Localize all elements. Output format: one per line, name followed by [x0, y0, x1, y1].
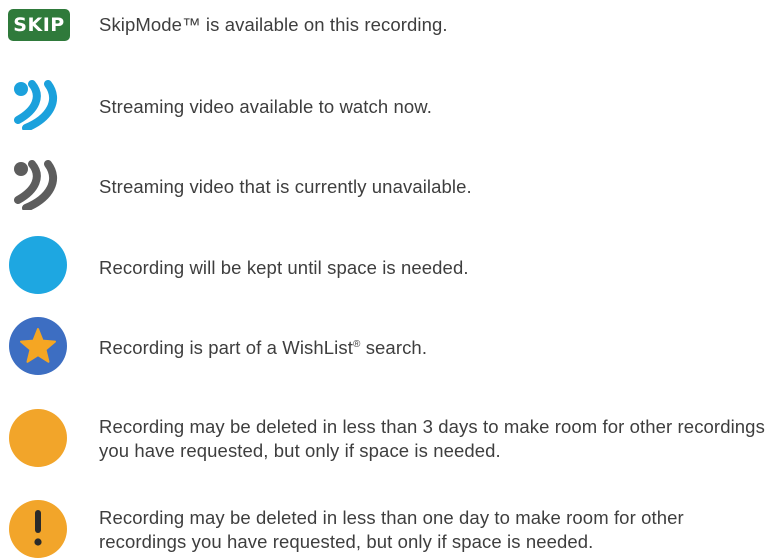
yellow-exclamation-icon: [9, 500, 67, 558]
legend-description-text: Recording is part of a WishList: [99, 337, 353, 358]
wishlist-star-icon: [9, 317, 67, 375]
legend-description: SkipMode™ is available on this recording…: [99, 14, 448, 35]
yellow-dot-icon: [9, 409, 67, 467]
blue-dot-icon: [9, 236, 67, 294]
legend-description: Streaming video that is currently unavai…: [99, 176, 472, 197]
legend-description: Recording is part of a WishList® search.: [99, 336, 769, 360]
streaming-unavailable-icon: [14, 160, 57, 210]
legend-description: Recording may be deleted in less than 3 …: [99, 416, 765, 461]
skip-icon: SKIP: [8, 9, 70, 41]
legend-description: Recording will be kept until space is ne…: [99, 257, 469, 278]
legend-description-text-end: search.: [360, 337, 428, 358]
streaming-available-icon: [14, 80, 57, 130]
legend-description: Streaming video available to watch now.: [99, 96, 432, 117]
legend-description: Recording may be deleted in less than on…: [99, 507, 684, 552]
